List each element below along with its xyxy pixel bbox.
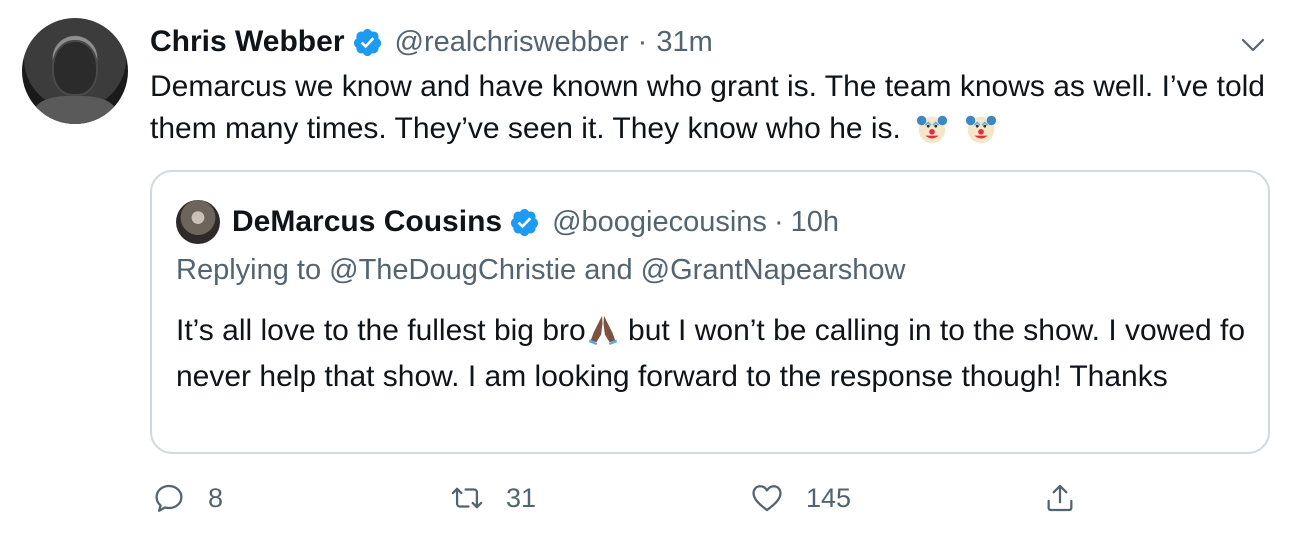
- verified-badge-icon: [511, 208, 539, 236]
- tweet-body: Demarcus we know and have known who gran…: [150, 66, 1280, 150]
- author-name[interactable]: Chris Webber: [150, 25, 345, 59]
- quoted-tweet-timestamp[interactable]: 10h: [791, 206, 839, 239]
- like-count: 145: [806, 482, 852, 513]
- header-separator: ·: [637, 25, 648, 58]
- retweet-icon: [451, 487, 483, 509]
- author-handle[interactable]: @realchriswebber: [395, 26, 629, 59]
- retweet-button[interactable]: 31: [450, 476, 536, 520]
- tweet-actions: 8 31 145: [150, 476, 1280, 520]
- clown-face-emoji: [965, 115, 996, 144]
- replying-to: Replying to @TheDougChristie and @GrantN…: [176, 254, 906, 286]
- tweet-text: Demarcus we know and have known who gran…: [150, 70, 1265, 145]
- chevron-down-icon[interactable]: [1238, 30, 1268, 60]
- quoted-tweet[interactable]: DeMarcus Cousins @boogiecousins · 10h Re…: [150, 170, 1270, 454]
- reply-icon: [155, 484, 183, 512]
- quoted-tweet-body: It’s all love to the fullest big bro but…: [176, 308, 1256, 400]
- quoted-author-handle[interactable]: @boogiecousins: [552, 206, 767, 239]
- author-avatar[interactable]: [22, 18, 128, 124]
- folded-hands-emoji: [588, 315, 617, 346]
- quoted-author-name[interactable]: DeMarcus Cousins: [232, 205, 502, 239]
- reply-count: 8: [208, 482, 224, 513]
- share-button[interactable]: [1043, 476, 1077, 520]
- clown-face-emoji: [917, 115, 948, 144]
- avatar-shirt: [34, 96, 116, 124]
- verified-badge-icon: [353, 28, 381, 56]
- heart-icon: [752, 485, 782, 512]
- avatar-face: [52, 40, 98, 96]
- quoted-tweet-header: DeMarcus Cousins @boogiecousins · 10h: [232, 200, 839, 244]
- share-icon: [1047, 484, 1073, 512]
- quoted-text-part1: It’s all love to the fullest big bro: [176, 314, 586, 347]
- reply-button[interactable]: 8: [152, 476, 223, 520]
- like-button[interactable]: 145: [750, 476, 851, 520]
- tweet-header: Chris Webber @realchriswebber · 31m: [150, 22, 713, 62]
- quoted-header-separator: ·: [773, 205, 784, 238]
- quoted-author-avatar[interactable]: [176, 200, 220, 244]
- retweet-count: 31: [506, 482, 537, 513]
- tweet-timestamp[interactable]: 31m: [656, 26, 712, 59]
